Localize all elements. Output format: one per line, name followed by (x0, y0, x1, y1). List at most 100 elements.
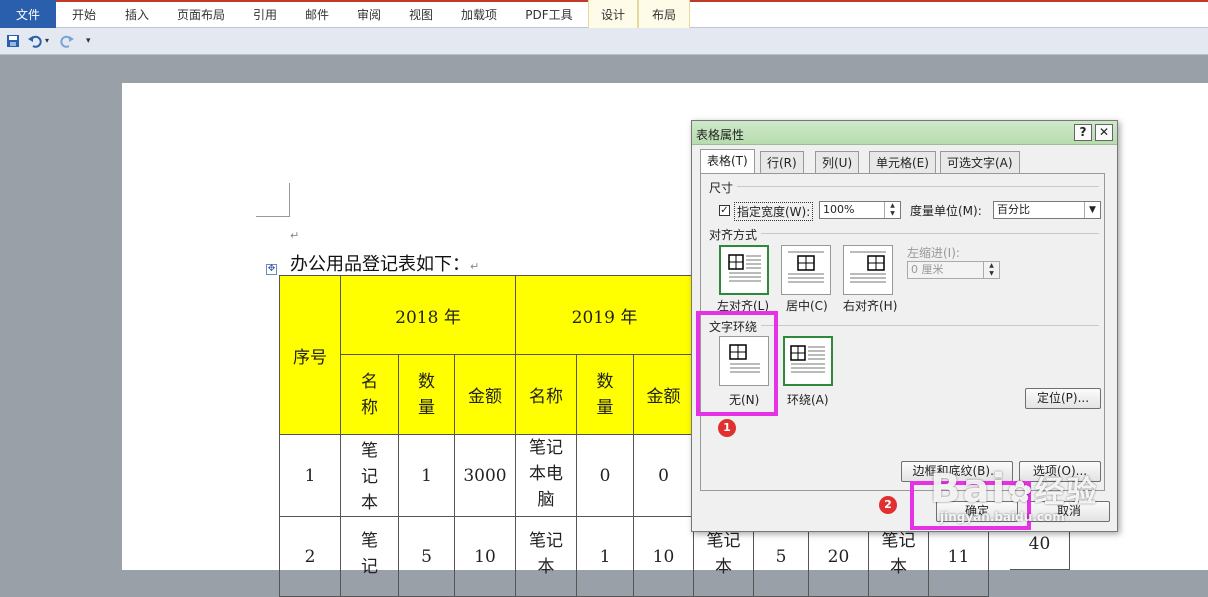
divider (709, 233, 1099, 234)
tab-row[interactable]: 行(R) (760, 151, 804, 173)
align-right-label: 右对齐(H) (843, 299, 898, 313)
watermark-logo: Bai✿经验 (930, 466, 1098, 512)
cell[interactable]: 1 (398, 434, 455, 517)
cell-text: 笔记本电脑 (529, 438, 563, 510)
header-year-2018[interactable]: 2018 年 (340, 275, 516, 355)
subheader-amount[interactable]: 金额 (633, 354, 694, 435)
align-center-label: 居中(C) (786, 299, 828, 313)
specify-width-label: 指定宽度(W): (734, 202, 814, 221)
cell[interactable]: 1 (279, 434, 341, 517)
indent-value: 0 厘米 (911, 263, 944, 276)
watermark-brand2: 经验 (1034, 475, 1099, 510)
cell[interactable]: 0 (576, 434, 634, 517)
cell[interactable]: 5 (398, 516, 455, 597)
watermark-paw-icon: ✿ (1007, 475, 1035, 510)
tab-home[interactable]: 开始 (58, 0, 110, 28)
subheader-qty-label: 数量 (417, 371, 435, 418)
step-badge-2: 2 (879, 496, 897, 514)
tab-mailings[interactable]: 邮件 (292, 0, 342, 28)
alignment-section-label: 对齐方式 (709, 226, 762, 243)
intro-text[interactable]: 办公用品登记表如下：↵ (290, 250, 479, 276)
subheader-qty[interactable]: 数量 (398, 354, 455, 435)
header-year-2019[interactable]: 2019 年 (515, 275, 694, 355)
customize-qat-icon[interactable]: ▾ (86, 34, 94, 48)
tab-pdf-tools[interactable]: PDF工具 (512, 0, 586, 28)
tab-column[interactable]: 列(U) (815, 151, 860, 173)
align-left-option[interactable] (719, 245, 769, 295)
table-move-handle-icon[interactable]: ✥ (266, 264, 277, 275)
cell[interactable]: 3000 (454, 434, 516, 517)
width-spinner-icon[interactable]: ▲ ▼ (884, 202, 900, 218)
watermark-url: jingyan.baidu.com (940, 510, 1065, 524)
specify-width-checkbox[interactable]: ✓ (719, 205, 730, 216)
undo-icon[interactable] (28, 34, 42, 48)
highlight-wrap-none (696, 311, 778, 416)
subheader-qty[interactable]: 数量 (576, 354, 634, 435)
cell[interactable]: 0 (633, 434, 694, 517)
cell-text: 笔记本 (881, 531, 916, 577)
margin-crop-mark (256, 183, 290, 217)
cell[interactable]: 10 (633, 516, 694, 597)
width-input[interactable]: 100% ▲ ▼ (819, 201, 901, 219)
subheader-amount-label: 金额 (646, 387, 681, 407)
header-seq: 序号 (293, 347, 327, 368)
quick-access-toolbar: ▾ ▾ (0, 28, 1208, 55)
width-value: 100% (823, 203, 855, 216)
wrap-around-label: 环绕(A) (787, 393, 829, 407)
measure-unit-select[interactable]: 百分比 ▼ (993, 201, 1101, 219)
measure-unit-value: 百分比 (997, 203, 1030, 216)
cell-text: 笔记本 (360, 440, 378, 513)
redo-icon[interactable] (60, 34, 74, 48)
tab-table[interactable]: 表格(T) (700, 149, 755, 175)
cell-text: 笔记本 (529, 531, 563, 577)
indent-spinner-icon[interactable]: ▲ ▼ (983, 262, 999, 278)
measure-unit-label: 度量单位(M): (910, 204, 982, 218)
cell-text: 笔记本 (706, 531, 741, 577)
tab-addins[interactable]: 加载项 (448, 0, 510, 28)
tab-file[interactable]: 文件 (0, 0, 56, 28)
watermark-brand: Bai (930, 466, 1008, 512)
paragraph-mark: ↵ (470, 260, 480, 273)
intro-label: 办公用品登记表如下： (290, 254, 470, 275)
cell[interactable]: 2 (279, 516, 341, 597)
position-button[interactable]: 定位(P)... (1025, 388, 1101, 409)
year-2019-label: 2019 年 (571, 307, 638, 328)
tab-layout[interactable]: 布局 (638, 0, 690, 28)
cell-text: 笔记 (360, 531, 378, 577)
dialog-title: 表格属性 (696, 128, 745, 142)
chevron-down-icon[interactable]: ▼ (1084, 202, 1100, 218)
tab-references[interactable]: 引用 (240, 0, 290, 28)
subheader-qty-label: 数量 (596, 371, 614, 418)
tab-page-layout[interactable]: 页面布局 (164, 0, 238, 28)
cell[interactable]: 10 (454, 516, 516, 597)
tab-view[interactable]: 视图 (396, 0, 446, 28)
tab-cell[interactable]: 单元格(E) (869, 151, 936, 173)
subheader-amount-label: 金额 (468, 387, 502, 407)
cell[interactable]: 1 (576, 516, 634, 597)
align-center-option[interactable] (781, 245, 831, 295)
tab-alt-text[interactable]: 可选文字(A) (940, 151, 1020, 173)
step-badge-1: 1 (718, 419, 736, 437)
cell[interactable]: 笔记 (340, 516, 399, 597)
header-seq-cell[interactable]: 序号 (279, 275, 341, 435)
cell[interactable]: 笔记本电脑 (515, 434, 577, 517)
align-right-option[interactable] (843, 245, 893, 295)
tab-insert[interactable]: 插入 (112, 0, 162, 28)
wrap-around-option[interactable] (783, 336, 833, 386)
subheader-name[interactable]: 名称 (515, 354, 577, 435)
divider (709, 186, 1099, 187)
tab-design[interactable]: 设计 (588, 0, 638, 28)
ribbon-tabs: 文件 开始 插入 页面布局 引用 邮件 审阅 视图 加载项 PDF工具 设计 布… (0, 0, 1208, 28)
indent-input[interactable]: 0 厘米 ▲ ▼ (907, 261, 1000, 279)
subheader-name-label: 名称 (360, 371, 378, 418)
dialog-titlebar[interactable]: 表格属性 ? ✕ (692, 121, 1117, 145)
subheader-name[interactable]: 名称 (340, 354, 399, 435)
undo-dropdown-icon[interactable]: ▾ (45, 34, 53, 48)
subheader-amount[interactable]: 金额 (454, 354, 516, 435)
save-icon[interactable] (6, 34, 20, 48)
help-button[interactable]: ? (1074, 124, 1092, 141)
cell[interactable]: 笔记本 (515, 516, 577, 597)
cell[interactable]: 笔记本 (340, 434, 399, 517)
close-button[interactable]: ✕ (1095, 124, 1113, 141)
tab-review[interactable]: 审阅 (344, 0, 394, 28)
